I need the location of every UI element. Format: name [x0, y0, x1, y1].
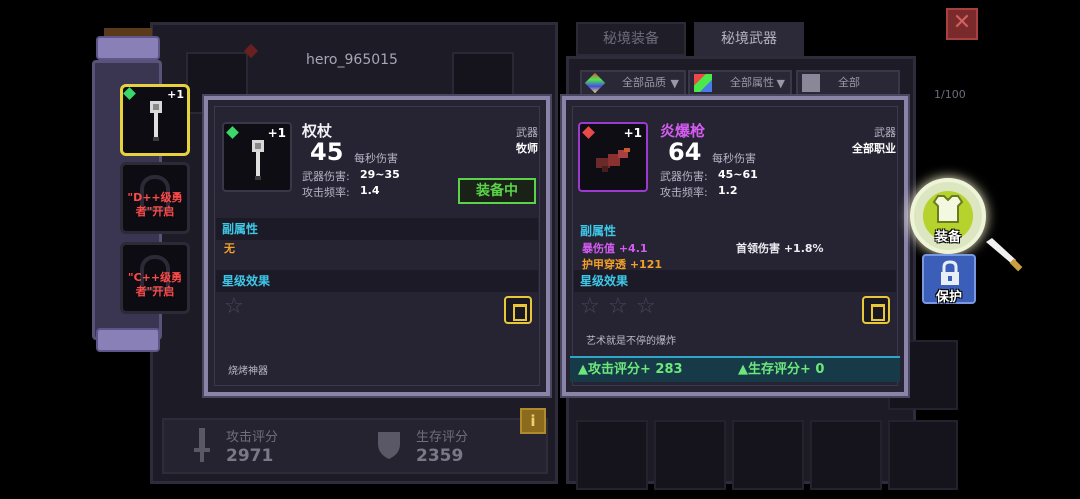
weapon-slot-1[interactable]: +1 [120, 84, 190, 156]
equip-button[interactable]: 装备 [910, 178, 986, 254]
weapon-level: +1 [267, 126, 286, 140]
weapon-slot-locked-c[interactable]: "C++级勇者"开启 [120, 242, 190, 314]
star-icon: ☆ [608, 294, 628, 319]
chevron-down-icon: ▼ [776, 77, 785, 90]
inventory-count: 1/100 [934, 88, 966, 101]
inventory-cell[interactable] [732, 420, 804, 490]
flavor-text: 烧烤神器 [228, 366, 268, 377]
survival-score-value: 2359 [416, 446, 464, 466]
red-gem-icon [582, 126, 595, 139]
close-button[interactable]: ✕ [946, 8, 978, 40]
tab-realm-weapons[interactable]: 秘境武器 [694, 22, 804, 56]
dps-label: 每秒伤害 [354, 152, 398, 165]
sub-attr-title: 副属性 [580, 224, 617, 238]
star-effect-title: 星级效果 [216, 270, 538, 292]
quality-filter[interactable]: 全部品质 ▼ [580, 70, 686, 96]
weapon-icon-box: +1 [222, 122, 292, 192]
type-filter[interactable]: 全部 [796, 70, 900, 96]
inventory-cell[interactable] [576, 420, 648, 490]
new-weapon-card: +1 炎爆枪 64 每秒伤害 武器伤害: 45~61 攻击频率: 1.2 武器 … [562, 96, 908, 396]
flame-lance-icon [596, 148, 630, 172]
star-icon: ☆ [224, 294, 244, 319]
sword-pointer-icon [986, 238, 1023, 272]
inventory-cell[interactable] [810, 420, 882, 490]
flavor-text: 艺术就是不停的爆炸 [586, 336, 676, 347]
damage-label: 武器伤害: [660, 170, 708, 183]
scepter-icon [252, 140, 264, 180]
rate-value: 1.4 [360, 184, 380, 197]
slot-level: +1 [167, 88, 184, 101]
hero-name: hero_965015 [306, 52, 398, 68]
rate-value: 1.2 [718, 184, 738, 197]
dps-label: 每秒伤害 [712, 152, 756, 165]
attribute-icon [694, 74, 712, 92]
attack-score-label: 攻击评分 [226, 430, 279, 445]
scroll-bottom-cap [96, 328, 160, 352]
attack-score-delta: ▲攻击评分+ 283 [578, 362, 683, 377]
sub-attr-none: 无 [224, 242, 235, 255]
info-icon[interactable]: i [520, 408, 546, 434]
survival-score-delta: ▲生存评分+ 0 [738, 362, 825, 377]
green-gem-icon [226, 126, 239, 139]
attribute-filter-label: 全部属性 [730, 76, 774, 89]
slot-unlock-requirement: "D++级勇者"开启 [127, 191, 183, 218]
scepter-icon [150, 101, 162, 141]
star-icon: ☆ [636, 294, 656, 319]
rainbow-gem-icon [584, 72, 606, 94]
tab-realm-equipment[interactable]: 秘境装备 [576, 22, 686, 56]
type-filter-label: 全部 [838, 76, 860, 89]
equipped-weapon-card: +1 权杖 45 每秒伤害 武器伤害: 29~35 攻击频率: 1.4 武器 牧… [204, 96, 550, 396]
attribute-filter[interactable]: 全部属性 ▼ [688, 70, 792, 96]
dps-value: 45 [310, 138, 344, 166]
weapon-type-icon [802, 74, 820, 92]
inventory-cell[interactable] [888, 420, 958, 490]
slot-unlock-requirement: "C++级勇者"开启 [127, 271, 183, 298]
score-delta-bar: ▲攻击评分+ 283 ▲生存评分+ 0 [570, 356, 900, 382]
weapon-class: 牧师 [516, 142, 538, 155]
scroll-rod [104, 28, 152, 36]
lock-weapon-button[interactable] [862, 296, 890, 324]
inventory-cell[interactable] [654, 420, 726, 490]
green-gem-icon [123, 87, 136, 100]
equip-button-label: 装备 [935, 230, 962, 245]
damage-value: 45~61 [718, 168, 758, 181]
lock-weapon-button[interactable] [504, 296, 532, 324]
weapon-class: 全部职业 [852, 142, 896, 155]
weapon-type: 武器 [516, 126, 538, 139]
shield-icon [378, 432, 400, 459]
sub-attr-boss-damage: 首领伤害 +1.8% [736, 242, 824, 255]
armor-icon [932, 195, 964, 223]
dps-value: 64 [668, 138, 702, 166]
weapon-slot-locked-d[interactable]: "D++级勇者"开启 [120, 162, 190, 234]
survival-score-label: 生存评分 [416, 430, 469, 445]
scroll-top-cap [96, 36, 160, 60]
damage-value: 29~35 [360, 168, 400, 181]
weapon-type: 武器 [874, 126, 896, 139]
protect-button[interactable]: 保护 [922, 254, 976, 305]
star-effect-title: 星级效果 [574, 270, 896, 292]
damage-label: 武器伤害: [302, 170, 350, 183]
rate-label: 攻击频率: [660, 186, 708, 199]
equipped-badge: 装备中 [458, 178, 536, 204]
protect-button-label: 保护 [936, 290, 963, 305]
weapon-level: +1 [623, 126, 642, 140]
attack-score-value: 2971 [226, 446, 274, 466]
sword-icon [194, 428, 210, 462]
star-icon: ☆ [580, 294, 600, 319]
rate-label: 攻击频率: [302, 186, 350, 199]
sub-attr-title: 副属性 [216, 218, 538, 240]
sub-attr-crit-damage: 暴伤值 +4.1 [582, 242, 648, 255]
weapon-icon-box: +1 [578, 122, 648, 192]
hero-score-bar: 攻击评分 2971 生存评分 2359 [162, 418, 548, 474]
chevron-down-icon: ▼ [670, 77, 679, 90]
padlock-icon [941, 260, 959, 285]
quality-filter-label: 全部品质 [622, 76, 666, 89]
